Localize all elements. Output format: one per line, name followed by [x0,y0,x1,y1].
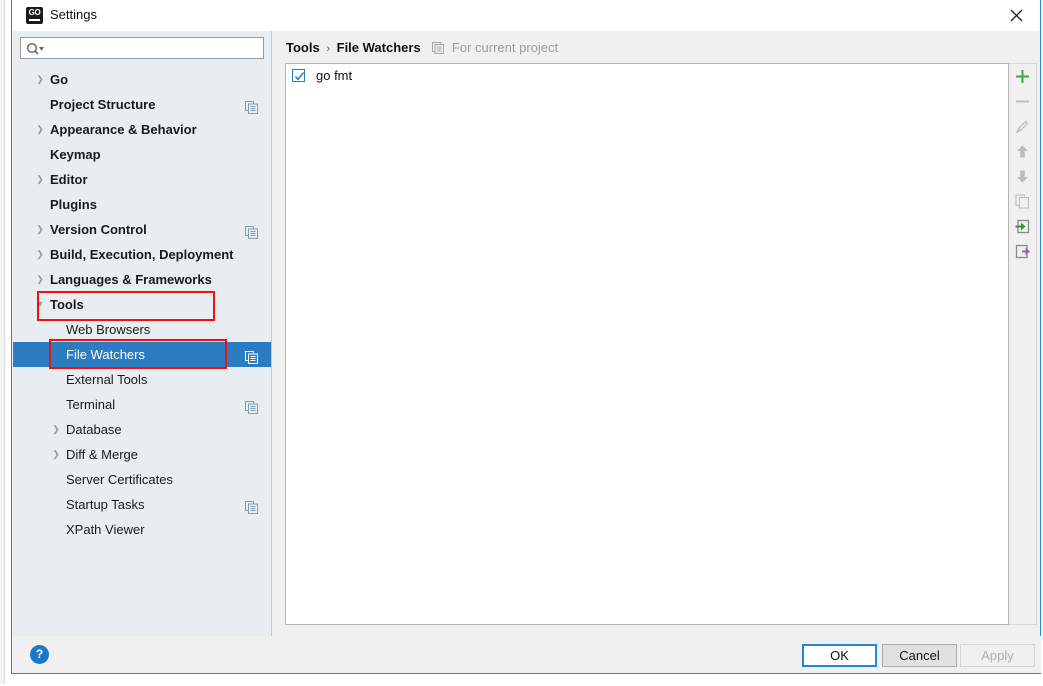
sidebar-item-web-browsers[interactable]: Web Browsers [13,317,272,342]
chevron-right-icon[interactable]: ❯ [33,242,47,267]
breadcrumb-separator: › [326,43,330,55]
ok-button[interactable]: OK [802,644,877,667]
sidebar-item-startup-tasks[interactable]: Startup Tasks [13,492,272,517]
move-down-button [1009,164,1036,189]
window-title: Settings [50,7,97,22]
sidebar-item-label: Tools [50,297,84,312]
breadcrumb-current: File Watchers [336,40,421,55]
watcher-checkbox[interactable] [292,69,305,82]
sidebar-item-label: Version Control [50,222,147,237]
search-input[interactable] [49,38,263,60]
sidebar-item-external-tools[interactable]: External Tools [13,367,272,392]
sidebar-item-label: Build, Execution, Deployment [50,247,234,262]
sidebar-item-go[interactable]: ❯ Go [13,67,272,92]
chevron-right-icon[interactable]: ❯ [33,67,47,92]
list-toolbar [1009,63,1037,625]
sidebar-item-database[interactable]: ❯ Database [13,417,272,442]
dialog-footer: ? OK Cancel Apply [13,636,1041,673]
scope-label: For current project [451,40,559,55]
sidebar-item-label: Database [66,422,122,437]
sidebar-item-label: Project Structure [50,97,156,112]
chevron-right-icon[interactable]: ❯ [49,417,63,442]
project-scope-icon [432,42,448,57]
chevron-right-icon[interactable]: ❯ [33,217,47,242]
sidebar-item-server-certificates[interactable]: Server Certificates [13,467,272,492]
close-icon[interactable] [994,0,1040,30]
sidebar-item-build-execution-deployment[interactable]: ❯ Build, Execution, Deployment [13,242,272,267]
sidebar-item-editor[interactable]: ❯ Editor [13,167,272,192]
file-watchers-list[interactable]: go fmt [285,63,1009,625]
sidebar-item-version-control[interactable]: ❯ Version Control [13,217,272,242]
scope-indicator: For current project [432,40,558,55]
cancel-button[interactable]: Cancel [882,644,957,667]
sidebar-item-project-structure[interactable]: Project Structure [13,92,272,117]
sidebar-item-languages-frameworks[interactable]: ❯ Languages & Frameworks [13,267,272,292]
sidebar-item-label: Web Browsers [66,322,151,337]
sidebar-item-label: Editor [50,172,88,187]
chevron-right-icon[interactable]: ❯ [49,442,63,467]
sidebar-item-file-watchers[interactable]: File Watchers [13,342,272,367]
settings-sidebar: ❯ Go Project Structure ❯ Appearance & Behavi… [13,31,272,636]
sidebar-item-xpath-viewer[interactable]: XPath Viewer [13,517,272,542]
export-button[interactable] [1009,239,1036,264]
project-scope-icon [245,98,258,114]
sidebar-divider [271,31,272,636]
add-button[interactable] [1009,64,1036,89]
apply-button: Apply [960,644,1035,667]
sidebar-item-label: File Watchers [66,347,145,362]
chevron-down-icon[interactable]: ▾ [33,292,47,317]
desktop-edge-strip [0,0,5,686]
sidebar-item-tools[interactable]: ▾ Tools [13,292,272,317]
sidebar-item-plugins[interactable]: Plugins [13,192,272,217]
project-scope-icon [245,398,258,414]
sidebar-item-label: Plugins [50,197,97,212]
search-box[interactable] [20,37,264,60]
chevron-right-icon[interactable]: ❯ [33,267,47,292]
settings-tree[interactable]: ❯ Go Project Structure ❯ Appearance & Behavi… [13,67,272,636]
edit-button [1009,114,1036,139]
project-scope-icon [245,223,258,239]
search-icon [26,42,44,59]
go-logo-icon: GO [26,7,43,24]
sidebar-item-appearance-behavior[interactable]: ❯ Appearance & Behavior [13,117,272,142]
copy-button [1009,189,1036,214]
sidebar-item-label: Startup Tasks [66,497,145,512]
sidebar-item-label: Diff & Merge [66,447,139,462]
title-bar: GO Settings [12,0,1040,32]
watcher-row[interactable]: go fmt [286,64,1008,88]
breadcrumb-parent[interactable]: Tools [286,40,320,55]
move-up-button [1009,139,1036,164]
sidebar-item-terminal[interactable]: Terminal [13,392,272,417]
project-scope-icon [245,498,258,514]
breadcrumb: Tools › File Watchers For current projec… [286,40,558,57]
sidebar-item-label: External Tools [66,372,148,387]
sidebar-item-label: Terminal [66,397,116,412]
sidebar-item-label: Server Certificates [66,472,173,487]
help-button[interactable]: ? [30,645,49,664]
sidebar-item-label: Keymap [50,147,101,162]
chevron-right-icon[interactable]: ❯ [33,167,47,192]
settings-dialog: GO Settings ❯ Go Project Structure ❯ Appeara… [11,0,1041,674]
chevron-right-icon[interactable]: ❯ [33,117,47,142]
remove-button [1009,89,1036,114]
watcher-label: go fmt [316,68,353,83]
sidebar-item-label: Languages & Frameworks [50,272,212,287]
sidebar-item-label: Appearance & Behavior [50,122,197,137]
sidebar-item-label: Go [50,72,69,87]
sidebar-item-keymap[interactable]: Keymap [13,142,272,167]
import-button[interactable] [1009,214,1036,239]
sidebar-item-label: XPath Viewer [66,522,145,537]
sidebar-item-diff-merge[interactable]: ❯ Diff & Merge [13,442,272,467]
project-scope-icon [245,348,258,364]
